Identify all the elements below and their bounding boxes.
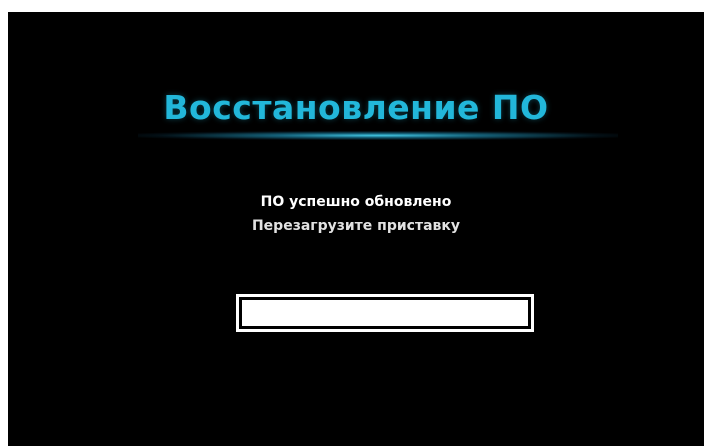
recovery-screen: Восстановление ПО ПО успешно обновлено П… bbox=[8, 12, 704, 446]
status-message: ПО успешно обновлено bbox=[260, 194, 452, 210]
progress-bar-fill bbox=[242, 300, 528, 326]
screen-title: Восстановление ПО bbox=[163, 88, 549, 127]
instruction-message: Перезагрузите приставку bbox=[251, 218, 461, 234]
title-underline-glow bbox=[138, 131, 618, 140]
progress-bar bbox=[236, 294, 534, 332]
